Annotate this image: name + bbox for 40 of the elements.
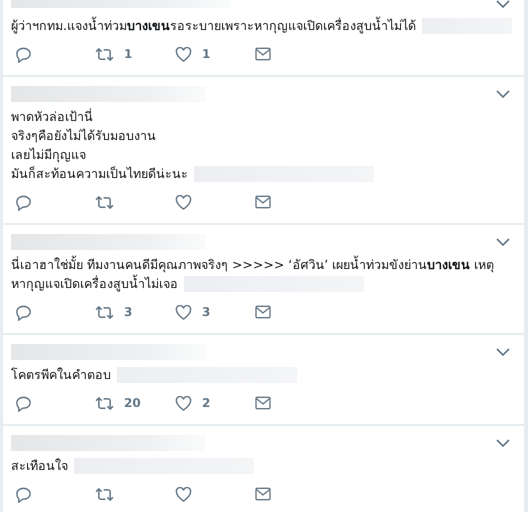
tweet-text: สะเทือนใจ	[11, 456, 68, 474]
retweet-icon[interactable]	[95, 304, 114, 320]
like-count: 3	[202, 305, 210, 319]
retweet-icon[interactable]	[95, 486, 114, 502]
reply-icon[interactable]	[15, 46, 32, 62]
chevron-icon[interactable]	[496, 348, 510, 356]
heart-icon[interactable]	[175, 486, 192, 502]
retweet-icon[interactable]	[95, 396, 114, 410]
reply-icon[interactable]	[15, 486, 32, 502]
retweet-icon[interactable]	[95, 46, 114, 62]
envelope-icon[interactable]	[255, 305, 271, 319]
heart-icon[interactable]	[175, 304, 192, 320]
chevron-icon[interactable]	[496, 238, 510, 246]
tweet-text: นี่เอาฮาใช่มั้ย ทีมงานคนดีมีคุณภาพจริงๆ >>>>> ‘อัศวิน’ เผยน้ำท่วมขังย่านบางเขน เหตุ	[11, 254, 494, 274]
tweet-text: เลยไม่มีกุญแจ	[11, 146, 86, 164]
envelope-icon[interactable]	[255, 396, 271, 410]
heart-icon[interactable]	[175, 194, 192, 210]
retweet-icon[interactable]	[95, 194, 114, 210]
tweet-text: โคตรพีคในคำตอบ	[11, 366, 111, 384]
retweet-count: 1	[124, 47, 132, 61]
heart-icon[interactable]	[175, 396, 192, 410]
heart-icon[interactable]	[175, 46, 192, 62]
reply-icon[interactable]	[15, 304, 32, 320]
chevron-icon[interactable]	[496, 0, 510, 8]
envelope-icon[interactable]	[255, 195, 271, 209]
tweet-text: หากุญแจเปิดเครื่องสูบน้ำไม่เจอ	[11, 274, 178, 294]
like-count: 1	[202, 47, 210, 61]
retweet-count: 20	[124, 396, 141, 410]
tweet-text: จริงๆคือยังไม่ได้รับมอบงาน	[11, 126, 156, 144]
tweet-text: พาดหัวล่อเป้านี่	[11, 107, 93, 126]
envelope-icon[interactable]	[255, 47, 271, 61]
reply-icon[interactable]	[15, 194, 32, 210]
chevron-icon[interactable]	[496, 90, 510, 98]
tweet-text: ผู้ว่าฯกทม.แจงน้ำท่วมบางเขนรอระบายเพราะหากุญแจเปิดเครื่องสูบน้ำไม่ได้	[11, 16, 416, 36]
like-count: 2	[202, 396, 210, 410]
envelope-icon[interactable]	[255, 487, 271, 501]
tweet-text: มันก็สะท้อนความเป็นไทยดีน่ะนะ	[11, 164, 188, 182]
retweet-count: 3	[124, 305, 132, 319]
reply-icon[interactable]	[15, 394, 32, 412]
chevron-icon[interactable]	[496, 439, 510, 447]
